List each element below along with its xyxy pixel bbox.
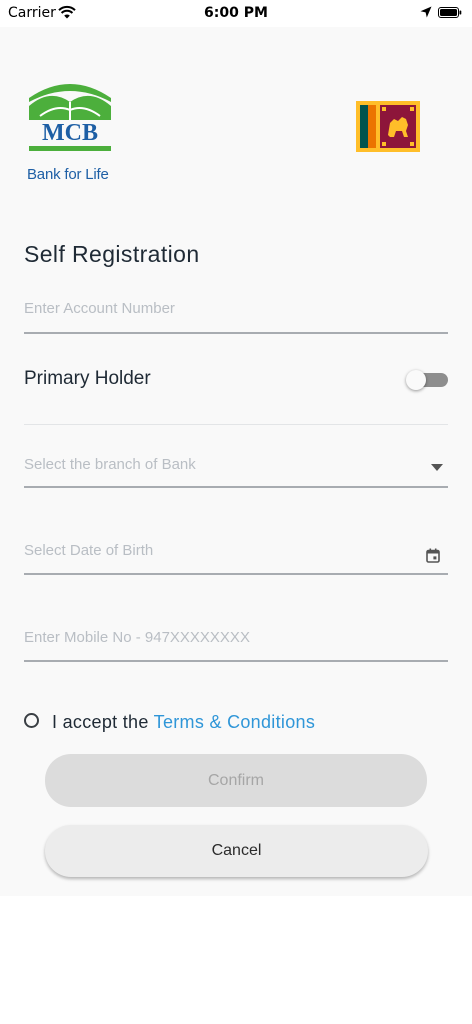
dropdown-arrow-icon[interactable] xyxy=(431,464,443,471)
primary-holder-label: Primary Holder xyxy=(24,368,151,389)
terms-conditions-link[interactable]: Terms & Conditions xyxy=(154,712,315,732)
cancel-button[interactable]: Cancel xyxy=(45,825,428,877)
status-bar: Carrier 6:00 PM xyxy=(0,0,472,27)
terms-radio[interactable] xyxy=(24,713,39,728)
confirm-button[interactable]: Confirm xyxy=(45,754,427,807)
brand-tagline: Bank for Life xyxy=(27,166,109,183)
page-title: Self Registration xyxy=(24,241,200,267)
terms-text: I accept the Terms & Conditions xyxy=(52,712,315,733)
mobile-number-underline xyxy=(24,660,448,662)
mobile-number-input[interactable]: Enter Mobile No - 947XXXXXXXX xyxy=(24,629,250,646)
date-of-birth-underline xyxy=(24,573,448,575)
branch-select[interactable]: Select the branch of Bank xyxy=(24,456,196,473)
registration-screen: Carrier 6:00 PM MCB Bank for Life Self R… xyxy=(0,0,472,896)
account-number-input[interactable]: Enter Account Number xyxy=(24,300,175,317)
primary-holder-toggle[interactable] xyxy=(406,370,448,390)
date-of-birth-input[interactable]: Select Date of Birth xyxy=(24,542,153,559)
battery-icon xyxy=(438,7,462,18)
section-divider xyxy=(24,424,448,425)
sri-lanka-flag xyxy=(356,101,420,152)
calendar-icon[interactable] xyxy=(426,548,440,563)
logo-wordmark: MCB xyxy=(42,120,98,146)
account-number-underline xyxy=(24,332,448,334)
location-arrow-icon xyxy=(420,6,432,18)
terms-prefix: I accept the xyxy=(52,712,149,732)
branch-underline xyxy=(24,486,448,488)
clock: 6:00 PM xyxy=(204,5,268,21)
toggle-knob xyxy=(406,370,426,390)
mcb-logo: MCB xyxy=(29,84,111,151)
